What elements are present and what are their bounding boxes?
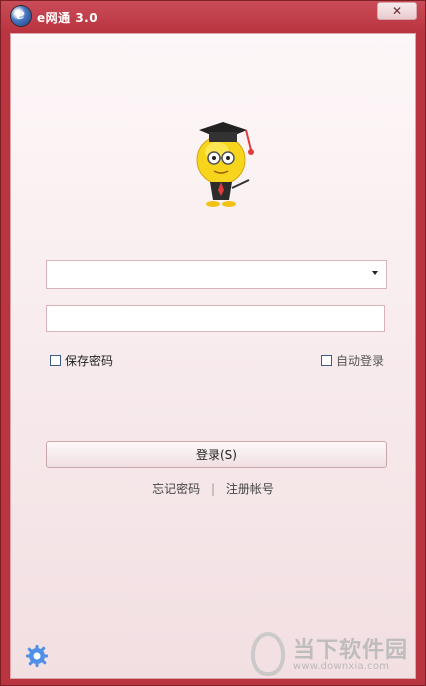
auto-login-checkbox[interactable] [321, 355, 332, 366]
login-button-label: 登录(S) [196, 448, 237, 462]
save-password-row[interactable]: 保存密码 [50, 352, 113, 369]
chevron-down-icon[interactable] [372, 271, 378, 275]
gear-icon[interactable] [25, 644, 49, 668]
login-window: e e网通 3.0 ✕ 保存密码 自动登录 登录(S) 忘记密码 | 注册帐号 … [0, 0, 426, 686]
forgot-password-link[interactable]: 忘记密码 [152, 480, 200, 497]
app-logo: e [11, 6, 31, 26]
watermark-logo [251, 632, 285, 676]
register-account-link[interactable]: 注册帐号 [226, 480, 274, 497]
password-input[interactable] [46, 305, 385, 332]
window-title: e网通 3.0 [37, 11, 99, 25]
app-logo-letter: e [16, 7, 25, 23]
account-select[interactable] [46, 260, 387, 289]
title-bar[interactable]: e e网通 3.0 ✕ [1, 1, 425, 33]
account-links: 忘记密码 | 注册帐号 [11, 480, 415, 497]
login-panel: 保存密码 自动登录 登录(S) 忘记密码 | 注册帐号 当下软件园 www.do… [10, 33, 416, 679]
auto-login-row[interactable]: 自动登录 [321, 352, 384, 369]
save-password-label: 保存密码 [65, 354, 114, 368]
watermark-url: www.downxia.com [293, 661, 390, 672]
close-button[interactable]: ✕ [377, 2, 417, 20]
watermark: 当下软件园 www.downxia.com [251, 630, 415, 678]
save-password-checkbox[interactable] [50, 355, 61, 366]
graduate-smiley-icon [196, 122, 254, 207]
login-button[interactable]: 登录(S) [46, 441, 387, 468]
link-separator: | [210, 482, 216, 496]
watermark-brand-text: 当下软件园 [293, 638, 409, 663]
close-icon: ✕ [391, 4, 403, 18]
auto-login-label: 自动登录 [336, 354, 385, 368]
